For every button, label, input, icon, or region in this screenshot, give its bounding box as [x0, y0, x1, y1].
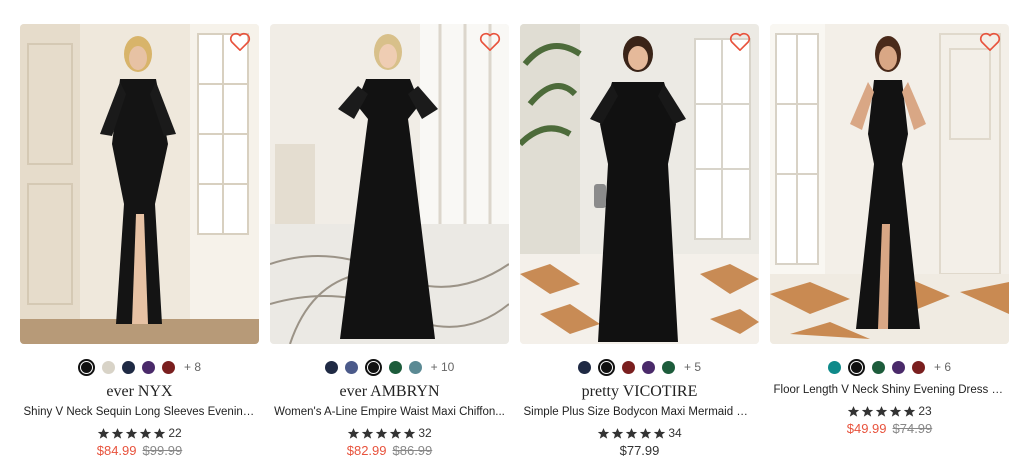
brand-name: ever NYX — [106, 383, 173, 400]
star-icon — [904, 405, 916, 417]
sale-price: $49.99 — [846, 421, 887, 436]
product-image[interactable] — [270, 24, 509, 344]
star-rating — [597, 427, 666, 440]
color-swatch[interactable] — [344, 360, 358, 374]
product-card[interactable]: + 10 ever AMBRYN Women's A-Line Empire W… — [270, 24, 509, 458]
star-icon — [862, 405, 874, 417]
star-icon — [876, 405, 888, 417]
product-card[interactable]: + 5 pretty VICOTIRE Simple Plus Size Bod… — [520, 24, 759, 458]
star-icon — [890, 405, 902, 417]
more-colors-link[interactable]: + 5 — [684, 360, 701, 374]
color-swatch[interactable] — [364, 358, 382, 376]
product-name[interactable]: Shiny V Neck Sequin Long Sleeves Evening… — [24, 406, 256, 418]
product-image[interactable] — [770, 24, 1009, 344]
more-colors-link[interactable]: + 8 — [184, 360, 201, 374]
color-swatch[interactable] — [77, 358, 95, 376]
star-rating — [847, 405, 916, 418]
original-price: $74.99 — [892, 421, 933, 436]
original-price: $99.99 — [142, 443, 183, 458]
review-count: 22 — [168, 426, 182, 440]
color-swatch[interactable] — [161, 360, 175, 374]
more-colors-link[interactable]: + 6 — [934, 360, 951, 374]
star-icon — [598, 427, 610, 439]
product-card[interactable]: + 6 Floor Length V Neck Shiny Evening Dr… — [770, 24, 1009, 458]
price-block: $84.99 $99.99 — [97, 443, 183, 458]
color-swatch[interactable] — [577, 360, 591, 374]
review-count: 34 — [668, 426, 682, 440]
star-icon — [140, 427, 152, 439]
star-icon — [112, 427, 124, 439]
star-icon — [390, 427, 402, 439]
heart-outline-icon[interactable] — [229, 32, 251, 52]
color-swatch[interactable] — [408, 360, 422, 374]
product-name[interactable]: Women's A-Line Empire Waist Maxi Chiffon… — [274, 406, 505, 418]
product-name[interactable]: Floor Length V Neck Shiny Evening Dress … — [774, 384, 1006, 396]
star-icon — [654, 427, 666, 439]
color-swatch[interactable] — [101, 360, 115, 374]
price-block: $77.99 — [620, 443, 660, 458]
product-image[interactable] — [520, 24, 759, 344]
star-icon — [612, 427, 624, 439]
color-swatches: + 6 — [827, 358, 951, 376]
product-rating[interactable]: 32 — [347, 426, 432, 440]
color-swatch[interactable] — [621, 360, 635, 374]
price: $77.99 — [619, 443, 660, 458]
heart-outline-icon[interactable] — [979, 32, 1001, 52]
star-icon — [98, 427, 110, 439]
star-icon — [640, 427, 652, 439]
product-grid: + 8 ever NYX Shiny V Neck Sequin Long Sl… — [20, 24, 1009, 458]
color-swatch[interactable] — [911, 360, 925, 374]
review-count: 23 — [918, 404, 932, 418]
more-colors-link[interactable]: + 10 — [431, 360, 455, 374]
color-swatches: + 5 — [577, 358, 701, 376]
color-swatch[interactable] — [871, 360, 885, 374]
star-rating — [347, 427, 416, 440]
color-swatch[interactable] — [121, 360, 135, 374]
star-icon — [626, 427, 638, 439]
product-rating[interactable]: 23 — [847, 404, 932, 418]
review-count: 32 — [418, 426, 432, 440]
brand-name: ever AMBRYN — [339, 383, 440, 400]
product-rating[interactable]: 34 — [597, 426, 682, 440]
sale-price: $84.99 — [96, 443, 137, 458]
product-image[interactable] — [20, 24, 259, 344]
star-icon — [848, 405, 860, 417]
color-swatch[interactable] — [661, 360, 675, 374]
heart-outline-icon[interactable] — [479, 32, 501, 52]
star-icon — [404, 427, 416, 439]
star-icon — [376, 427, 388, 439]
price-block: $82.99 $86.99 — [347, 443, 433, 458]
price-block: $49.99 $74.99 — [847, 421, 933, 436]
color-swatches: + 10 — [324, 358, 455, 376]
product-name[interactable]: Simple Plus Size Bodycon Maxi Mermaid We… — [524, 406, 756, 418]
color-swatch[interactable] — [597, 358, 615, 376]
heart-outline-icon[interactable] — [729, 32, 751, 52]
product-rating[interactable]: 22 — [97, 426, 182, 440]
sale-price: $82.99 — [346, 443, 387, 458]
color-swatch[interactable] — [827, 360, 841, 374]
color-swatches: + 8 — [77, 358, 201, 376]
color-swatch[interactable] — [141, 360, 155, 374]
color-swatch[interactable] — [324, 360, 338, 374]
color-swatch[interactable] — [388, 360, 402, 374]
product-card[interactable]: + 8 ever NYX Shiny V Neck Sequin Long Sl… — [20, 24, 259, 458]
star-rating — [97, 427, 166, 440]
star-icon — [348, 427, 360, 439]
star-icon — [126, 427, 138, 439]
original-price: $86.99 — [392, 443, 433, 458]
star-icon — [154, 427, 166, 439]
color-swatch[interactable] — [847, 358, 865, 376]
star-icon — [362, 427, 374, 439]
color-swatch[interactable] — [891, 360, 905, 374]
color-swatch[interactable] — [641, 360, 655, 374]
brand-name: pretty VICOTIRE — [581, 383, 698, 400]
